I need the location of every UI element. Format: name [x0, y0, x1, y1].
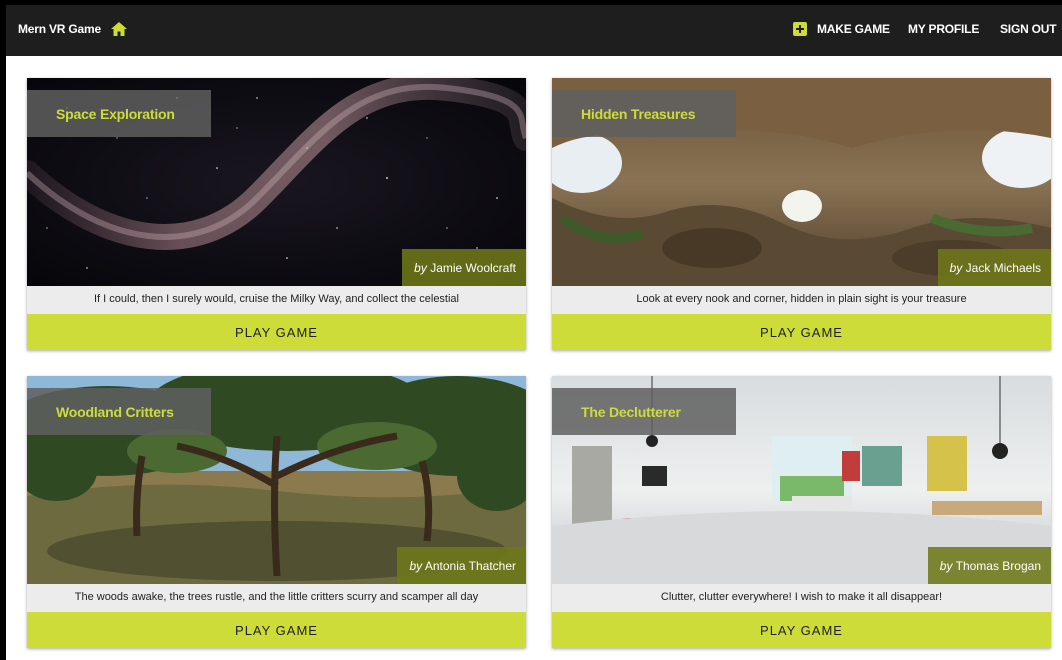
- make-game-label: MAKE GAME: [817, 22, 890, 36]
- game-author: by Antonia Thatcher: [397, 547, 526, 584]
- game-author: by Jamie Woolcraft: [402, 249, 526, 286]
- my-profile-label: MY PROFILE: [908, 22, 980, 36]
- play-game-button[interactable]: PLAY GAME: [552, 612, 1051, 648]
- play-game-button[interactable]: PLAY GAME: [27, 314, 526, 350]
- add-box-icon: [793, 22, 807, 36]
- game-title: Woodland Critters: [27, 388, 211, 435]
- game-card-image: The Declutterer by Thomas Brogan: [552, 376, 1051, 584]
- play-game-button[interactable]: PLAY GAME: [552, 314, 1051, 350]
- game-card-image: Space Exploration by Jamie Woolcraft: [27, 78, 526, 286]
- game-description: The woods awake, the trees rustle, and t…: [27, 584, 526, 612]
- author-by-prefix: by: [949, 261, 963, 275]
- author-name: Thomas Brogan: [955, 559, 1041, 573]
- game-title: Hidden Treasures: [552, 90, 736, 137]
- author-name: Jack Michaels: [965, 261, 1041, 275]
- sign-out-button[interactable]: SIGN OUT: [1000, 22, 1057, 36]
- game-author: by Jack Michaels: [937, 249, 1051, 286]
- game-description: Clutter, clutter everywhere! I wish to m…: [552, 584, 1051, 612]
- author-name: Jamie Woolcraft: [430, 261, 516, 275]
- app-frame: Mern VR Game MAKE GAME MY PROFILE SIGN O…: [6, 5, 1062, 660]
- game-card-woodland-critters: Woodland Critters by Antonia Thatcher Th…: [27, 376, 526, 648]
- make-game-button[interactable]: MAKE GAME: [793, 22, 890, 36]
- app-title: Mern VR Game: [18, 22, 101, 36]
- author-by-prefix: by: [409, 559, 423, 573]
- game-card-hidden-treasures: Hidden Treasures by Jack Michaels Look a…: [552, 78, 1051, 350]
- author-by-prefix: by: [414, 261, 427, 275]
- top-app-bar: Mern VR Game MAKE GAME MY PROFILE SIGN O…: [6, 5, 1062, 56]
- game-card-space-exploration: Space Exploration by Jamie Woolcraft If …: [27, 78, 526, 350]
- play-game-button[interactable]: PLAY GAME: [27, 612, 526, 648]
- game-title: Space Exploration: [27, 90, 211, 137]
- author-name: Antonia Thatcher: [424, 559, 516, 573]
- game-card-the-declutterer: The Declutterer by Thomas Brogan Clutter…: [552, 376, 1051, 648]
- game-description: If I could, then I surely would, cruise …: [27, 286, 526, 314]
- game-card-image: Woodland Critters by Antonia Thatcher: [27, 376, 526, 584]
- game-author: by Thomas Brogan: [927, 547, 1051, 584]
- my-profile-button[interactable]: MY PROFILE: [908, 22, 979, 36]
- game-title: The Declutterer: [552, 388, 736, 435]
- game-description: Look at every nook and corner, hidden in…: [552, 286, 1051, 314]
- game-card-image: Hidden Treasures by Jack Michaels: [552, 78, 1051, 286]
- home-icon[interactable]: [110, 21, 128, 37]
- author-by-prefix: by: [939, 559, 953, 573]
- sign-out-label: SIGN OUT: [1000, 22, 1057, 36]
